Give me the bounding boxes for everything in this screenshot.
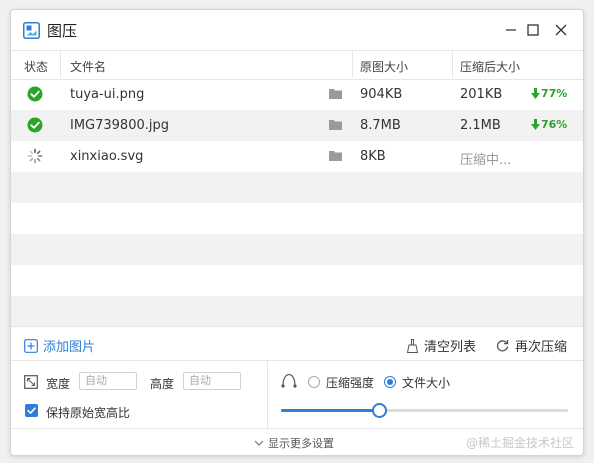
- compression-slider[interactable]: [281, 403, 568, 418]
- col-compressed-size: 压缩后大小: [460, 60, 521, 74]
- table-row[interactable]: IMG739800.jpg 8.7MB 2.1MB 76%: [11, 110, 583, 141]
- broom-icon: [407, 338, 418, 353]
- minimize-button[interactable]: [501, 20, 521, 40]
- col-filename: 文件名: [70, 60, 107, 74]
- table-row[interactable]: xinxiao.svg 8KB 压缩中...: [11, 141, 583, 172]
- close-icon: [555, 24, 567, 36]
- chevron-down-icon: [254, 440, 264, 446]
- more-settings-toggle[interactable]: 显示更多设置: [254, 435, 334, 451]
- slider-fill: [281, 409, 379, 412]
- keep-ratio-checkbox[interactable]: [25, 404, 38, 417]
- maximize-button[interactable]: [523, 20, 543, 40]
- folder-icon[interactable]: [329, 88, 342, 99]
- column-divider: [60, 50, 61, 78]
- table-row[interactable]: tuya-ui.png 904KB 201KB 77%: [11, 79, 583, 110]
- empty-row: [11, 265, 583, 296]
- empty-row: [11, 234, 583, 265]
- saving-percent: 76%: [541, 118, 568, 131]
- empty-row: [11, 172, 583, 203]
- settings-divider: [267, 361, 268, 429]
- loading-spinner-icon: [27, 148, 43, 164]
- column-divider: [352, 50, 353, 78]
- recompress-button[interactable]: 再次压缩: [496, 336, 567, 355]
- arrow-down-icon: [531, 88, 540, 99]
- file-name: xinxiao.svg: [70, 149, 144, 164]
- app-window: 图压 状态 文件名 原图大小 压缩后大小 tuya-ui.png 904KB 2…: [10, 9, 584, 456]
- compress-mode-icon: [281, 373, 297, 388]
- empty-row: [11, 203, 583, 234]
- original-size: 8KB: [360, 149, 386, 164]
- original-size: 8.7MB: [360, 118, 401, 133]
- folder-icon[interactable]: [329, 119, 342, 130]
- recompress-label: 再次压缩: [515, 340, 568, 355]
- file-name: IMG739800.jpg: [70, 118, 169, 133]
- watermark: @稀土掘金技术社区: [466, 436, 575, 450]
- title-bar: 图压: [11, 10, 583, 50]
- width-input[interactable]: 自动: [79, 372, 137, 390]
- saving-badge: 77%: [531, 87, 567, 100]
- col-original-size: 原图大小: [360, 60, 409, 74]
- settings-panel: 宽度 自动 高度 自动 保持原始宽高比 压缩强度 文件大小: [11, 360, 583, 429]
- more-settings-label: 显示更多设置: [268, 437, 334, 450]
- width-label: 宽度: [46, 377, 71, 391]
- radio-compress-strength[interactable]: [308, 376, 320, 388]
- add-image-label: 添加图片: [43, 340, 96, 355]
- empty-row: [11, 296, 583, 327]
- file-name: tuya-ui.png: [70, 87, 145, 102]
- slider-handle[interactable]: [371, 403, 387, 418]
- height-label: 高度: [150, 377, 175, 391]
- close-button[interactable]: [551, 20, 571, 40]
- keep-ratio-label: 保持原始宽高比: [46, 406, 131, 420]
- app-logo-icon: [23, 22, 40, 39]
- radio-compress-strength-label: 压缩强度: [326, 376, 375, 390]
- plus-square-icon: [24, 338, 38, 353]
- original-size: 904KB: [360, 87, 403, 102]
- compressed-size: 2.1MB: [460, 118, 501, 133]
- folder-icon[interactable]: [329, 150, 342, 161]
- check-circle-icon: [27, 117, 43, 133]
- arrow-down-icon: [531, 119, 540, 130]
- radio-file-size[interactable]: [384, 376, 396, 388]
- saving-badge: 76%: [531, 118, 567, 131]
- compressed-size: 201KB: [460, 87, 503, 102]
- saving-percent: 77%: [541, 87, 568, 100]
- table-header: 状态 文件名 原图大小 压缩后大小: [11, 50, 583, 80]
- file-list: tuya-ui.png 904KB 201KB 77% IMG739800.jp…: [11, 79, 583, 327]
- compressed-size: 压缩中...: [460, 153, 512, 168]
- height-input[interactable]: 自动: [183, 372, 241, 390]
- resize-icon: [24, 375, 38, 389]
- app-title: 图压: [47, 22, 78, 40]
- radio-file-size-label: 文件大小: [402, 376, 451, 390]
- minimize-icon: [506, 29, 516, 31]
- add-image-button[interactable]: 添加图片: [24, 336, 95, 355]
- clear-list-button[interactable]: 清空列表: [407, 336, 476, 355]
- maximize-icon: [527, 24, 539, 36]
- clear-list-label: 清空列表: [424, 340, 477, 355]
- checkmark-icon: [27, 407, 36, 414]
- column-divider: [452, 50, 453, 78]
- check-circle-icon: [27, 86, 43, 102]
- action-bar: 添加图片 清空列表 再次压缩: [11, 326, 583, 361]
- col-status: 状态: [24, 60, 49, 74]
- refresh-icon: [496, 340, 509, 352]
